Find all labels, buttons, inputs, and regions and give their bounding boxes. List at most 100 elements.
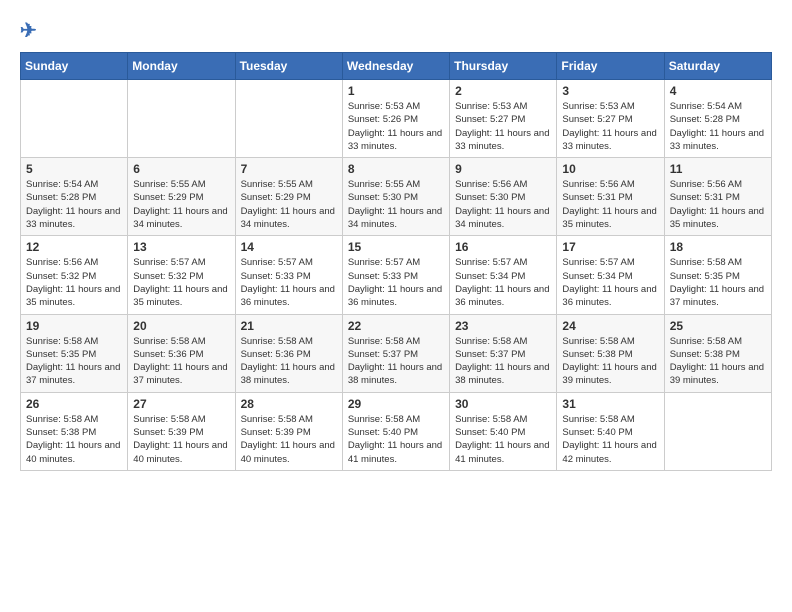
day-number: 6 — [133, 162, 229, 176]
day-number: 14 — [241, 240, 337, 254]
day-number: 11 — [670, 162, 766, 176]
day-info: Sunrise: 5:58 AM Sunset: 5:35 PM Dayligh… — [670, 256, 766, 309]
day-cell: 13 Sunrise: 5:57 AM Sunset: 5:32 PM Dayli… — [128, 236, 235, 314]
day-info: Sunrise: 5:56 AM Sunset: 5:31 PM Dayligh… — [562, 178, 658, 231]
week-row-2: 5 Sunrise: 5:54 AM Sunset: 5:28 PM Daylig… — [21, 158, 772, 236]
day-cell: 30 Sunrise: 5:58 AM Sunset: 5:40 PM Dayli… — [450, 392, 557, 470]
day-info: Sunrise: 5:57 AM Sunset: 5:34 PM Dayligh… — [562, 256, 658, 309]
day-info: Sunrise: 5:56 AM Sunset: 5:32 PM Dayligh… — [26, 256, 122, 309]
day-cell: 16 Sunrise: 5:57 AM Sunset: 5:34 PM Dayli… — [450, 236, 557, 314]
day-number: 7 — [241, 162, 337, 176]
day-number: 16 — [455, 240, 551, 254]
day-number: 20 — [133, 319, 229, 333]
day-cell — [235, 80, 342, 158]
day-number: 23 — [455, 319, 551, 333]
day-cell: 24Sunrise: 5:58 AM Sunset: 5:38 PM Dayli… — [557, 314, 664, 392]
day-info: Sunrise: 5:58 AM Sunset: 5:36 PM Dayligh… — [241, 335, 337, 388]
day-cell: 27Sunrise: 5:58 AM Sunset: 5:39 PM Dayli… — [128, 392, 235, 470]
day-cell: 20 Sunrise: 5:58 AM Sunset: 5:36 PM Dayli… — [128, 314, 235, 392]
weekday-wednesday: Wednesday — [342, 53, 449, 80]
day-number: 13 — [133, 240, 229, 254]
day-cell: 7 Sunrise: 5:55 AM Sunset: 5:29 PM Daylig… — [235, 158, 342, 236]
day-number: 10 — [562, 162, 658, 176]
day-info: Sunrise: 5:58 AM Sunset: 5:37 PM Dayligh… — [455, 335, 551, 388]
day-cell: 23 Sunrise: 5:58 AM Sunset: 5:37 PM Dayli… — [450, 314, 557, 392]
day-cell: 1Sunrise: 5:53 AM Sunset: 5:26 PM Daylig… — [342, 80, 449, 158]
day-cell: 6Sunrise: 5:55 AM Sunset: 5:29 PM Daylig… — [128, 158, 235, 236]
day-info: Sunrise: 5:58 AM Sunset: 5:38 PM Dayligh… — [670, 335, 766, 388]
day-number: 3 — [562, 84, 658, 98]
day-cell: 2 Sunrise: 5:53 AM Sunset: 5:27 PM Daylig… — [450, 80, 557, 158]
day-info: Sunrise: 5:53 AM Sunset: 5:27 PM Dayligh… — [562, 100, 658, 153]
day-info: Sunrise: 5:57 AM Sunset: 5:34 PM Dayligh… — [455, 256, 551, 309]
header: ✈ — [20, 20, 772, 42]
day-cell: 8 Sunrise: 5:55 AM Sunset: 5:30 PM Daylig… — [342, 158, 449, 236]
day-info: Sunrise: 5:58 AM Sunset: 5:38 PM Dayligh… — [26, 413, 122, 466]
day-number: 29 — [348, 397, 444, 411]
day-cell — [21, 80, 128, 158]
week-row-3: 12 Sunrise: 5:56 AM Sunset: 5:32 PM Dayli… — [21, 236, 772, 314]
day-info: Sunrise: 5:56 AM Sunset: 5:31 PM Dayligh… — [670, 178, 766, 231]
day-cell: 10 Sunrise: 5:56 AM Sunset: 5:31 PM Dayli… — [557, 158, 664, 236]
day-info: Sunrise: 5:53 AM Sunset: 5:26 PM Dayligh… — [348, 100, 444, 153]
day-cell: 25 Sunrise: 5:58 AM Sunset: 5:38 PM Dayli… — [664, 314, 771, 392]
day-number: 2 — [455, 84, 551, 98]
day-info: Sunrise: 5:57 AM Sunset: 5:33 PM Dayligh… — [241, 256, 337, 309]
day-number: 25 — [670, 319, 766, 333]
day-info: Sunrise: 5:58 AM Sunset: 5:35 PM Dayligh… — [26, 335, 122, 388]
day-info: Sunrise: 5:57 AM Sunset: 5:32 PM Dayligh… — [133, 256, 229, 309]
day-cell: 12 Sunrise: 5:56 AM Sunset: 5:32 PM Dayli… — [21, 236, 128, 314]
day-info: Sunrise: 5:58 AM Sunset: 5:40 PM Dayligh… — [455, 413, 551, 466]
day-cell: 5 Sunrise: 5:54 AM Sunset: 5:28 PM Daylig… — [21, 158, 128, 236]
day-number: 12 — [26, 240, 122, 254]
day-info: Sunrise: 5:55 AM Sunset: 5:30 PM Dayligh… — [348, 178, 444, 231]
logo-icon: ✈ — [20, 20, 37, 42]
day-cell: 4 Sunrise: 5:54 AM Sunset: 5:28 PM Daylig… — [664, 80, 771, 158]
day-number: 27 — [133, 397, 229, 411]
day-number: 8 — [348, 162, 444, 176]
day-info: Sunrise: 5:56 AM Sunset: 5:30 PM Dayligh… — [455, 178, 551, 231]
day-number: 26 — [26, 397, 122, 411]
week-row-1: 1Sunrise: 5:53 AM Sunset: 5:26 PM Daylig… — [21, 80, 772, 158]
weekday-sunday: Sunday — [21, 53, 128, 80]
week-row-4: 19 Sunrise: 5:58 AM Sunset: 5:35 PM Dayli… — [21, 314, 772, 392]
day-number: 31 — [562, 397, 658, 411]
day-cell — [664, 392, 771, 470]
weekday-saturday: Saturday — [664, 53, 771, 80]
day-info: Sunrise: 5:58 AM Sunset: 5:40 PM Dayligh… — [348, 413, 444, 466]
day-number: 15 — [348, 240, 444, 254]
weekday-monday: Monday — [128, 53, 235, 80]
day-cell: 3 Sunrise: 5:53 AM Sunset: 5:27 PM Daylig… — [557, 80, 664, 158]
day-cell: 11 Sunrise: 5:56 AM Sunset: 5:31 PM Dayli… — [664, 158, 771, 236]
calendar-table: SundayMondayTuesdayWednesdayThursdayFrid… — [20, 52, 772, 471]
weekday-friday: Friday — [557, 53, 664, 80]
day-cell: 15 Sunrise: 5:57 AM Sunset: 5:33 PM Dayli… — [342, 236, 449, 314]
day-info: Sunrise: 5:55 AM Sunset: 5:29 PM Dayligh… — [241, 178, 337, 231]
day-cell: 26 Sunrise: 5:58 AM Sunset: 5:38 PM Dayli… — [21, 392, 128, 470]
day-number: 4 — [670, 84, 766, 98]
page-container: ✈ SundayMondayTuesdayWednesdayThursdayFr… — [0, 0, 792, 481]
day-number: 9 — [455, 162, 551, 176]
day-info: Sunrise: 5:58 AM Sunset: 5:37 PM Dayligh… — [348, 335, 444, 388]
day-info: Sunrise: 5:58 AM Sunset: 5:40 PM Dayligh… — [562, 413, 658, 466]
day-info: Sunrise: 5:53 AM Sunset: 5:27 PM Dayligh… — [455, 100, 551, 153]
day-cell: 21 Sunrise: 5:58 AM Sunset: 5:36 PM Dayli… — [235, 314, 342, 392]
weekday-header-row: SundayMondayTuesdayWednesdayThursdayFrid… — [21, 53, 772, 80]
day-number: 24 — [562, 319, 658, 333]
day-info: Sunrise: 5:54 AM Sunset: 5:28 PM Dayligh… — [670, 100, 766, 153]
day-number: 21 — [241, 319, 337, 333]
day-info: Sunrise: 5:58 AM Sunset: 5:36 PM Dayligh… — [133, 335, 229, 388]
day-cell: 31 Sunrise: 5:58 AM Sunset: 5:40 PM Dayli… — [557, 392, 664, 470]
day-number: 5 — [26, 162, 122, 176]
weekday-tuesday: Tuesday — [235, 53, 342, 80]
day-info: Sunrise: 5:57 AM Sunset: 5:33 PM Dayligh… — [348, 256, 444, 309]
day-cell: 9 Sunrise: 5:56 AM Sunset: 5:30 PM Daylig… — [450, 158, 557, 236]
day-cell: 18Sunrise: 5:58 AM Sunset: 5:35 PM Dayli… — [664, 236, 771, 314]
day-cell: 28Sunrise: 5:58 AM Sunset: 5:39 PM Dayli… — [235, 392, 342, 470]
day-cell: 14 Sunrise: 5:57 AM Sunset: 5:33 PM Dayli… — [235, 236, 342, 314]
week-row-5: 26 Sunrise: 5:58 AM Sunset: 5:38 PM Dayli… — [21, 392, 772, 470]
day-number: 22 — [348, 319, 444, 333]
day-info: Sunrise: 5:54 AM Sunset: 5:28 PM Dayligh… — [26, 178, 122, 231]
day-number: 19 — [26, 319, 122, 333]
day-number: 30 — [455, 397, 551, 411]
